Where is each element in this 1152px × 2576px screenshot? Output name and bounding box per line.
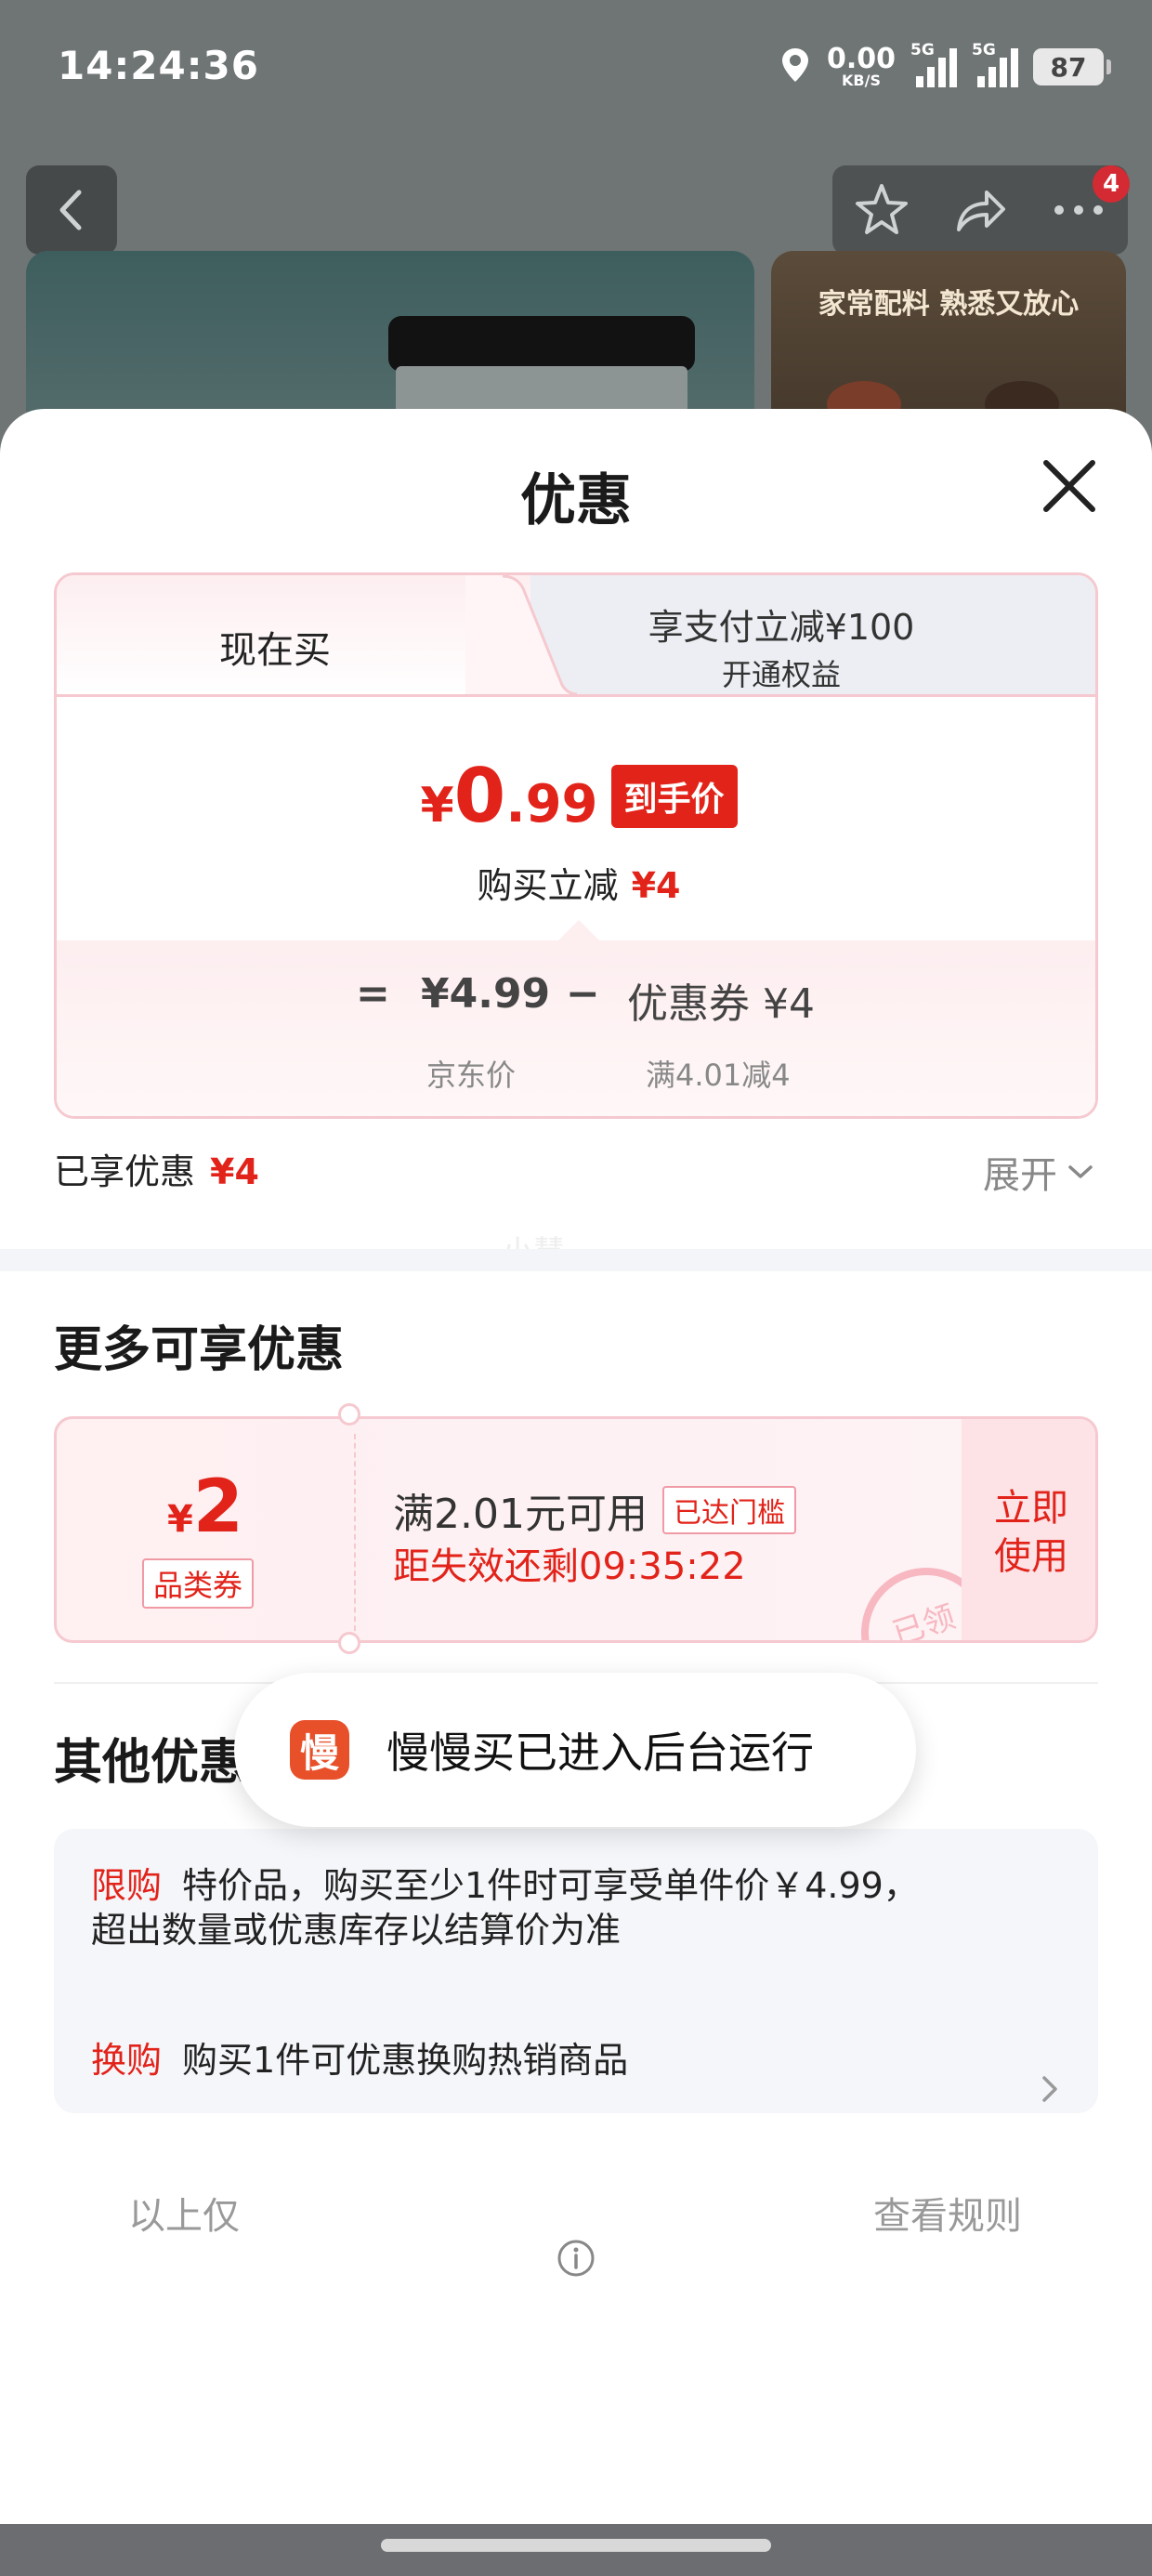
use-now-line2: 使用 — [994, 1535, 1068, 1578]
coupon-countdown: 距失效还剩09:35:22 — [393, 1545, 746, 1588]
thumbnail-title: 家常配料 熟悉又放心 — [818, 288, 1080, 321]
expand-label: 展开 — [983, 1154, 1057, 1197]
background-run-toast: 慢 慢慢买已进入后台运行 — [234, 1673, 916, 1827]
product-page-backdrop: 14:24:36 0.00 KB/S 5G 5G 87 4 家常配料 熟悉又放心 — [0, 0, 1152, 474]
close-icon — [1043, 460, 1095, 512]
other-discounts-box: 限购 特价品，购买至少1件时可享受单件价￥4.99， 超出数量或优惠库存以结算价为… — [54, 1829, 1098, 2113]
share-button[interactable] — [943, 173, 1017, 247]
coupon-value-area: ¥2 品类券 — [57, 1419, 354, 1640]
sim1-label: 5G — [910, 41, 935, 59]
battery-icon: 87 — [1033, 48, 1111, 85]
equals-sign: = — [356, 970, 390, 1018]
info-icon[interactable] — [556, 2238, 596, 2279]
enjoyed-discount: 已享优惠 ¥4 — [54, 1143, 259, 1194]
status-bar: 14:24:36 0.00 KB/S 5G 5G 87 — [0, 0, 1152, 139]
sim2-label: 5G — [972, 41, 996, 59]
status-indicators: 0.00 KB/S 5G 5G 87 — [779, 41, 1111, 93]
top-action-group — [832, 165, 1128, 255]
rules-note-text: 以上仅 — [128, 2195, 240, 2238]
price-decimal: .99 — [505, 774, 598, 835]
minus-sign: − — [566, 970, 600, 1018]
coupon-notch-bottom — [338, 1632, 360, 1654]
view-rules-link[interactable]: 查看规则 — [873, 2186, 1022, 2240]
tab-now-label: 现在买 — [219, 629, 331, 672]
chevron-right-icon[interactable] — [1039, 2072, 1063, 2106]
coupon-type-badge: 品类券 — [142, 1558, 255, 1609]
limit-purchase-text-1: 特价品，购买至少1件时可享受单件价￥4.99， — [182, 1865, 919, 1906]
coupon-condition: 满4.01减4 — [646, 1058, 791, 1093]
more-discounts-title: 更多可享优惠 — [54, 1322, 345, 1378]
price-card-body: ¥0.99 到手价 购买立减 ¥4 = ¥4.99 − 优惠券 ¥4 京东价 满4… — [57, 694, 1095, 1116]
location-icon — [779, 46, 812, 87]
chevron-down-icon — [1068, 1165, 1093, 1178]
app-logo-icon: 慢 — [290, 1720, 349, 1780]
limit-purchase-item: 限购 特价品，购买至少1件时可享受单件价￥4.99， 超出数量或优惠库存以结算价为… — [91, 1864, 919, 1952]
coupon-deduction: 优惠券 ¥4 — [627, 980, 815, 1028]
jar-lid — [388, 316, 695, 372]
price-card: 现在买 享支付立减¥100 开通权益 ¥0.99 到手价 购买立减 ¥4 = ¥4… — [54, 572, 1098, 1119]
price-integer: 0 — [453, 753, 506, 839]
network-speed: 0.00 KB/S — [827, 46, 896, 88]
purchase-reduction: 购买立减 ¥4 — [57, 857, 1095, 908]
more-icon — [1054, 205, 1103, 215]
currency-symbol: ¥ — [420, 778, 454, 834]
hand-price-row: ¥0.99 到手价 — [57, 753, 1095, 839]
net-speed-value: 0.00 — [826, 43, 896, 75]
limit-purchase-tag: 限购 — [91, 1865, 163, 1906]
toast-message: 慢慢买已进入后台运行 — [386, 1728, 814, 1778]
coupon-status-tag: 已达门槛 — [661, 1486, 796, 1534]
use-now-button[interactable]: 立即 使用 — [962, 1419, 1095, 1640]
home-indicator[interactable] — [381, 2539, 771, 2552]
exchange-text: 购买1件可优惠换购热销商品 — [182, 2040, 629, 2081]
hand-price: ¥0.99 — [420, 753, 597, 839]
rules-note: 以上仅 查看规则 — [128, 2186, 1022, 2240]
enjoyed-label: 已享优惠 — [54, 1151, 196, 1192]
other-discounts-title: 其他优惠 — [54, 1735, 248, 1791]
coupon-condition: 满2.01元可用 — [393, 1491, 648, 1538]
close-button[interactable] — [1039, 455, 1100, 517]
star-icon — [856, 184, 908, 234]
expand-button[interactable]: 展开 — [983, 1145, 1094, 1199]
hand-price-tag: 到手价 — [610, 764, 738, 828]
limit-purchase-text-2: 超出数量或优惠库存以结算价为准 — [91, 1909, 622, 1951]
share-icon — [957, 191, 1005, 231]
coupon-card[interactable]: ¥2 品类券 满2.01元可用 已达门槛 距失效还剩09:35:22 已领 立即… — [54, 1416, 1098, 1643]
sheet-title: 优惠 — [520, 468, 632, 533]
tab-pay-label: 享支付立减¥100 开通权益 — [577, 607, 986, 694]
price-breakdown: = ¥4.99 − 优惠券 ¥4 京东价 满4.01减4 — [57, 920, 1095, 1116]
reduction-amount: ¥4 — [631, 865, 681, 906]
exchange-purchase-item[interactable]: 换购 购买1件可优惠换购热销商品 — [91, 2039, 1020, 2083]
discount-sheet: 优惠 现在买 享支付立减¥100 开通权益 ¥0.99 到手价 购买立减 ¥4 — [0, 409, 1152, 2528]
net-speed-unit: KB/S — [842, 72, 881, 89]
back-chevron-icon — [59, 190, 82, 230]
jd-price-label: 京东价 — [426, 1058, 517, 1093]
coupon-separator — [354, 1434, 356, 1631]
jd-price: ¥4.99 — [421, 970, 551, 1018]
reduction-label: 购买立减 — [477, 865, 619, 906]
exchange-tag: 换购 — [91, 2040, 163, 2081]
coupon-condition-row: 满2.01元可用 已达门槛 — [393, 1480, 796, 1540]
status-time: 14:24:36 — [58, 43, 259, 88]
signal-icon-sim2: 5G — [972, 41, 1018, 87]
coupon-notch-top — [338, 1403, 360, 1426]
section-divider — [0, 1249, 1152, 1271]
cart-badge: 4 — [1093, 165, 1130, 203]
tab-pay-subtitle: 开通权益 — [721, 656, 841, 692]
favorite-button[interactable] — [844, 173, 919, 247]
coupon-amount: ¥2 — [57, 1465, 354, 1549]
coupon-value: 2 — [192, 1465, 244, 1549]
enjoyed-amount: ¥4 — [210, 1151, 259, 1192]
use-now-line1: 立即 — [994, 1487, 1068, 1530]
breakdown-notch — [558, 920, 599, 940]
signal-icon-sim1: 5G — [910, 41, 957, 87]
back-button[interactable] — [26, 165, 117, 255]
coupon-currency: ¥ — [166, 1498, 193, 1541]
tab-pay-title: 享支付立减¥100 — [648, 607, 915, 648]
